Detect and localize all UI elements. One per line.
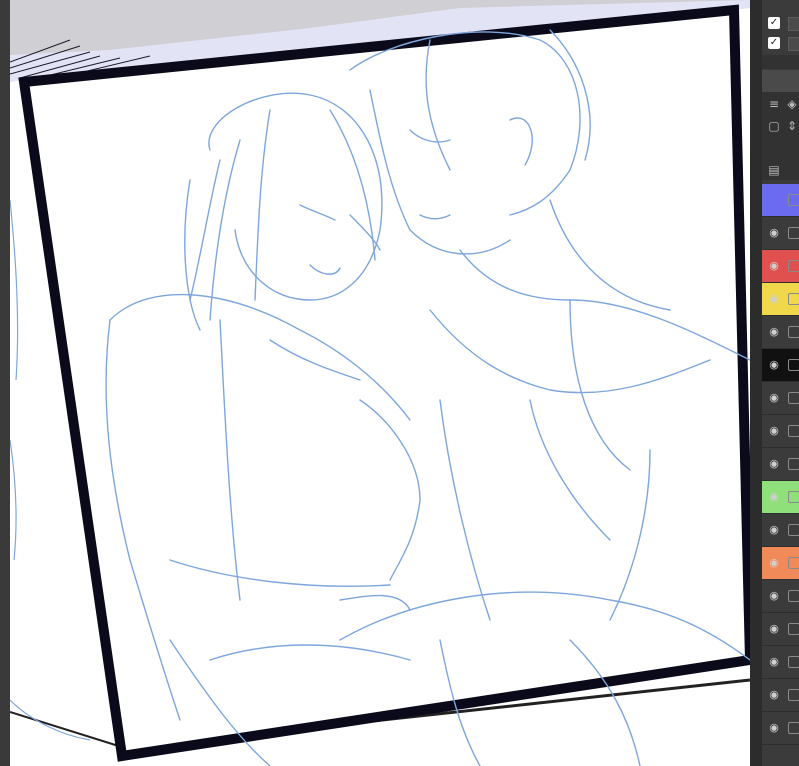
option-value-box-1[interactable] (788, 17, 799, 31)
layer-lock-checkbox[interactable] (788, 326, 799, 338)
layer-lock-checkbox[interactable] (788, 194, 799, 206)
layer-row[interactable]: ◉ (762, 316, 799, 349)
lower-panel-line (10, 711, 126, 749)
layer-lock-checkbox[interactable] (788, 524, 799, 536)
layer-row[interactable]: ◉ (762, 415, 799, 448)
visibility-eye-icon[interactable]: ◉ (766, 621, 782, 637)
option-row-2[interactable]: ✓ (762, 35, 799, 53)
visibility-eye-icon[interactable]: ◉ (766, 225, 782, 241)
layer-lock-checkbox[interactable] (788, 689, 799, 701)
visibility-eye-icon[interactable]: ◉ (766, 423, 782, 439)
layer-toolbar: ≡ ◈ ▢ ⇕ ▤ (762, 92, 799, 180)
layer-lock-checkbox[interactable] (788, 491, 799, 503)
layer-lock-checkbox[interactable] (788, 392, 799, 404)
canvas-left-edge (0, 0, 10, 766)
visibility-eye-icon[interactable]: ◉ (766, 489, 782, 505)
visibility-eye-icon[interactable]: ◉ (766, 324, 782, 340)
option-value-box-2[interactable] (788, 37, 799, 51)
layer-lock-checkbox[interactable] (788, 425, 799, 437)
layer-lock-checkbox[interactable] (788, 260, 799, 272)
layer-row[interactable]: ◉ (762, 382, 799, 415)
visibility-eye-icon[interactable]: ◉ (766, 720, 782, 736)
visibility-eye-icon[interactable]: ◉ (766, 390, 782, 406)
layer-row[interactable]: ◉ (762, 283, 799, 316)
layer-lock-checkbox[interactable] (788, 458, 799, 470)
layer-row[interactable]: ◉ (762, 679, 799, 712)
layer-row[interactable]: ◉ (762, 646, 799, 679)
visibility-eye-icon[interactable]: ◉ (766, 357, 782, 373)
visibility-eye-icon[interactable]: ◉ (766, 258, 782, 274)
layer-row[interactable]: ◉ (762, 712, 799, 745)
layer-row[interactable] (762, 184, 799, 217)
layer-row[interactable]: ◉ (762, 514, 799, 547)
layer-lock-checkbox[interactable] (788, 293, 799, 305)
canvas-scrollbar[interactable] (750, 0, 762, 766)
layer-lock-checkbox[interactable] (788, 623, 799, 635)
option-checkbox-2[interactable]: ✓ (768, 37, 780, 49)
layers-icon[interactable]: ◈ (784, 96, 799, 112)
visibility-eye-icon[interactable]: ◉ (766, 588, 782, 604)
layer-row[interactable]: ◉ (762, 250, 799, 283)
layer-panel: ✓ ✓ ≡ ◈ ▢ ⇕ ▤ ◉ ◉ ◉ ◉ ◉ ◉ ◉ ◉ ◉ ◉ ◉ ◉ ◉ ◉ ◉ ◉ (762, 0, 799, 766)
option-checkbox-1[interactable]: ✓ (768, 17, 780, 29)
panel-header-bar (762, 70, 799, 92)
layer-row[interactable]: ◉ (762, 217, 799, 250)
layer-lock-checkbox[interactable] (788, 557, 799, 569)
visibility-eye-icon[interactable]: ◉ (766, 456, 782, 472)
menu-icon[interactable]: ≡ (766, 96, 782, 112)
layer-lock-checkbox[interactable] (788, 590, 799, 602)
layer-lock-checkbox[interactable] (788, 227, 799, 239)
layer-lock-checkbox[interactable] (788, 359, 799, 371)
visibility-eye-icon[interactable]: ◉ (766, 291, 782, 307)
visibility-eye-icon[interactable]: ◉ (766, 687, 782, 703)
template-icon[interactable]: ▤ (766, 162, 782, 178)
rect-select-icon[interactable]: ▢ (766, 118, 782, 134)
layer-row[interactable]: ◉ (762, 448, 799, 481)
stepper-icon[interactable]: ⇕ (784, 118, 799, 134)
layer-lock-checkbox[interactable] (788, 722, 799, 734)
canvas-artwork (10, 0, 750, 766)
main-comic-panel (18, 4, 750, 762)
option-row-1[interactable]: ✓ (762, 15, 799, 33)
visibility-eye-icon[interactable]: ◉ (766, 654, 782, 670)
drawing-canvas[interactable] (10, 0, 750, 766)
layer-row[interactable]: ◉ (762, 481, 799, 514)
visibility-eye-icon[interactable]: ◉ (766, 522, 782, 538)
layer-row[interactable]: ◉ (762, 349, 799, 382)
layer-lock-checkbox[interactable] (788, 656, 799, 668)
layer-row[interactable]: ◉ (762, 547, 799, 580)
layer-row[interactable]: ◉ (762, 613, 799, 646)
layer-row[interactable]: ◉ (762, 580, 799, 613)
panel-separator (762, 55, 799, 69)
visibility-eye-icon[interactable]: ◉ (766, 555, 782, 571)
